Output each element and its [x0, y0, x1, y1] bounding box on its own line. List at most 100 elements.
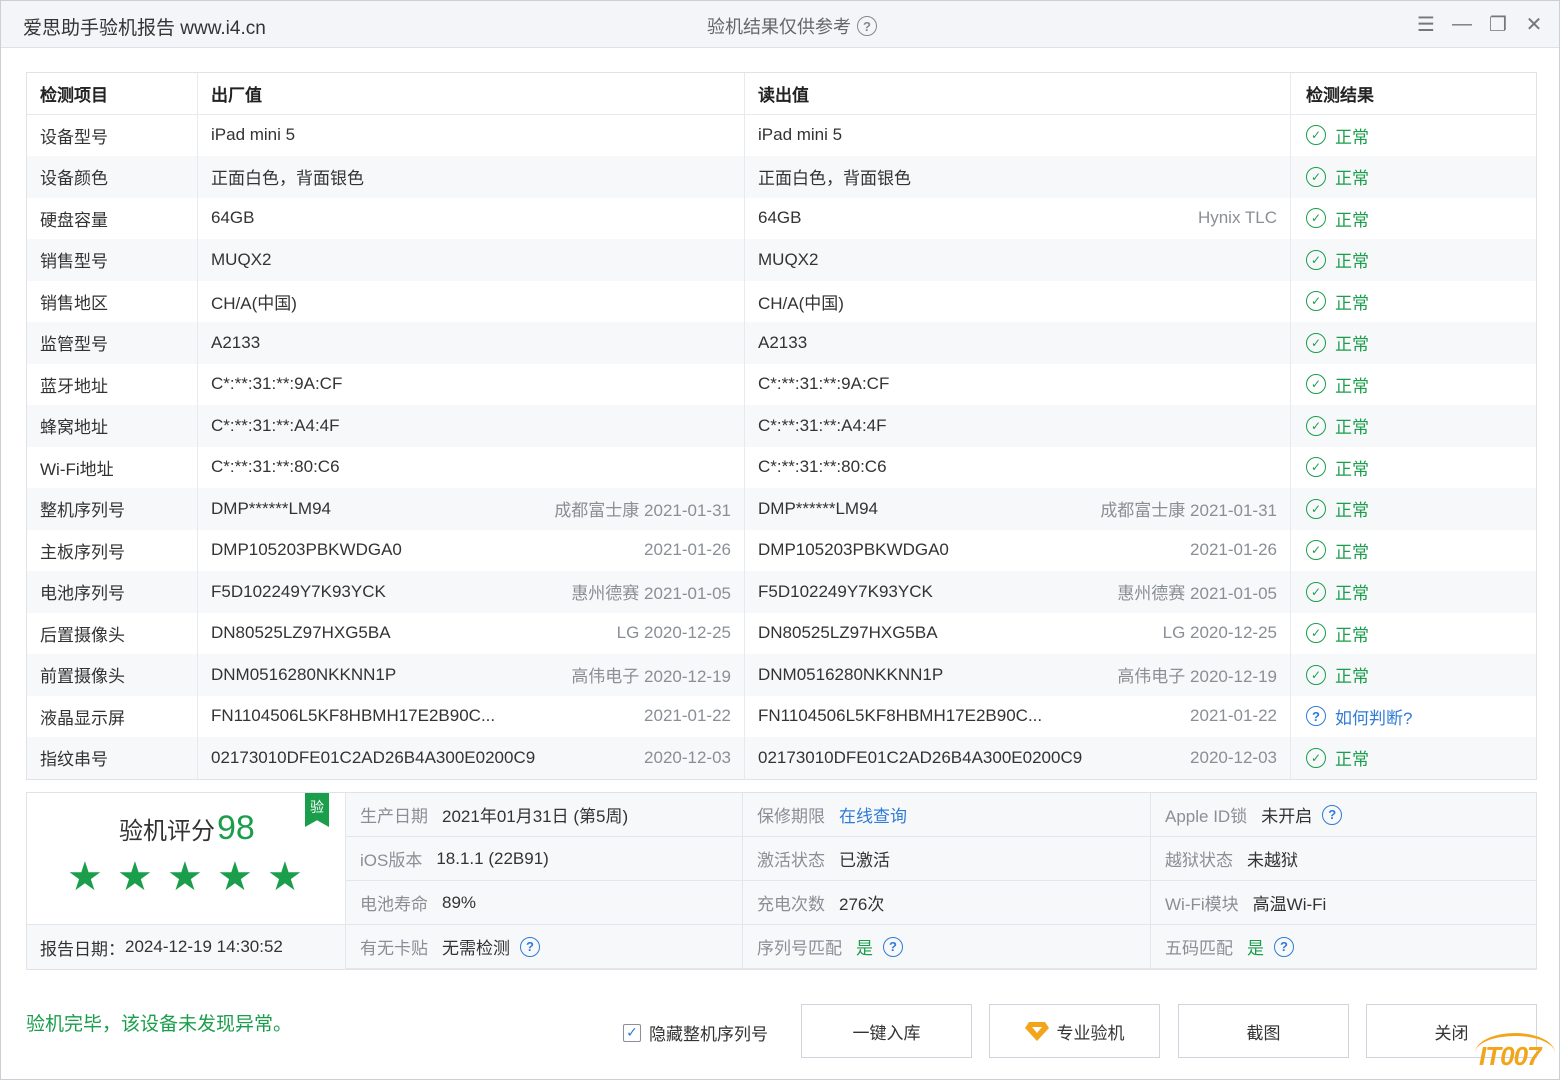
factory-value-text: 02173010DFE01C2AD26B4A300E0200C9: [211, 747, 536, 767]
device-info-grid: 生产日期 2021年01月31日 (第5周) 保修期限 在线查询 Apple ID锁 未开…: [346, 793, 1536, 969]
import-button[interactable]: 一键入库: [801, 1004, 972, 1058]
factory-value: 02173010DFE01C2AD26B4A300E0200C9 2020-12-…: [198, 737, 745, 779]
table-row: 设备型号 iPad mini 5 iPad mini 5 ✓ 正常: [27, 114, 1536, 157]
result: ✓ 正常: [1291, 405, 1536, 447]
read-value: DN80525LZ97HXG5BA LG 2020-12-25: [745, 612, 1291, 654]
result: ✓ 正常: [1291, 654, 1536, 696]
table-row: 整机序列号 DMP******LM94 成都富士康 2021-01-31 DMP***…: [27, 488, 1536, 530]
read-value-detail: 2021-01-26: [1190, 540, 1277, 560]
read-value: DMP******LM94 成都富士康 2021-01-31: [745, 488, 1291, 530]
table-row: 蓝牙地址 C*:**:31:**:9A:CF C*:**:31:**:9A:CF ✓ 正…: [27, 363, 1536, 405]
table-row: 后置摄像头 DN80525LZ97HXG5BA LG 2020-12-25 DN805…: [27, 612, 1536, 654]
info-value: 无需检测: [442, 939, 510, 958]
help-icon[interactable]: ?: [857, 16, 877, 36]
report-window: 爱思助手验机报告 www.i4.cn 验机结果仅供参考 ? ☰ — ❐ ✕ 检测…: [0, 0, 1560, 1080]
menu-icon[interactable]: ☰: [1415, 11, 1437, 37]
checkbox-checked-icon[interactable]: ✓: [623, 1023, 641, 1042]
info-cell: 序列号匹配是?: [743, 925, 1151, 969]
column-header: 检测结果: [1306, 85, 1374, 105]
read-value: DNM0516280NKKNN1P 高伟电子 2020-12-19: [745, 654, 1291, 696]
table-row: 液晶显示屏 FN1104506L5KF8HBMH17E2B90C... 2021-0…: [27, 695, 1536, 738]
info-value: 是: [856, 939, 873, 958]
info-value: 未越狱: [1247, 851, 1298, 870]
read-value: MUQX2: [745, 239, 1291, 281]
table-row: 硬盘容量 64GB 64GB Hynix TLC ✓ 正常: [27, 197, 1536, 239]
factory-value-detail: 2020-12-03: [644, 747, 731, 767]
table-row: Wi-Fi地址 C*:**:31:**:80:C6 C*:**:31:**:80:C…: [27, 446, 1536, 488]
factory-value-text: iPad mini 5: [211, 125, 296, 145]
star-icon: ★: [267, 855, 303, 899]
read-value-text: MUQX2: [758, 249, 819, 269]
read-value-detail: 2021-01-22: [1190, 706, 1277, 726]
info-label: 越狱状态: [1165, 851, 1233, 870]
pro-inspect-button[interactable]: 专业验机: [989, 1004, 1160, 1058]
info-label: 充电次数: [757, 895, 825, 914]
read-value-text: FN1104506L5KF8HBMH17E2B90C...: [758, 706, 1043, 726]
info-value: 高温Wi-Fi: [1252, 895, 1327, 914]
check-circle-icon: ✓: [1306, 498, 1326, 519]
factory-value-text: DNM0516280NKKNN1P: [211, 664, 397, 684]
table-row: 设备颜色 正面白色，背面银色 正面白色，背面银色 ✓ 正常: [27, 156, 1536, 198]
result-text: 正常: [1335, 169, 1369, 189]
info-value: 18.1.1 (22B91): [436, 848, 549, 868]
help-icon[interactable]: ?: [883, 936, 903, 957]
result: ✓ 正常: [1291, 115, 1536, 157]
help-icon[interactable]: ?: [520, 936, 540, 957]
info-label: 有无卡贴: [360, 939, 428, 958]
info-cell: 激活状态 已激活: [743, 837, 1151, 881]
help-icon: ?: [1306, 706, 1326, 727]
star-rating: ★ ★ ★ ★ ★: [67, 855, 303, 899]
info-label: 保修期限: [757, 807, 825, 826]
result-ok: ✓ 正常: [1306, 123, 1369, 148]
factory-value-detail: 2021-01-26: [644, 540, 731, 560]
factory-value: C*:**:31:**:A4:4F: [198, 405, 745, 447]
restore-icon[interactable]: ❐: [1487, 11, 1509, 37]
factory-value-text: C*:**:31:**:A4:4F: [211, 415, 340, 435]
result-ok: ✓ 正常: [1306, 206, 1369, 231]
factory-value-detail: 2021-01-22: [644, 706, 731, 726]
result-text: 如何判断?: [1335, 708, 1413, 728]
info-value: 89%: [442, 892, 477, 912]
factory-value-text: A2133: [211, 332, 261, 352]
factory-value: CH/A(中国): [198, 280, 745, 322]
result: ✓ 正常: [1291, 281, 1536, 323]
minimize-icon[interactable]: —: [1451, 11, 1473, 37]
result-ok: ✓ 正常: [1306, 579, 1369, 604]
result-text: 正常: [1335, 625, 1369, 645]
info-cell: 电池寿命 89%: [346, 881, 743, 925]
check-circle-icon: ✓: [1306, 623, 1326, 644]
read-value-text: DMP******LM94: [758, 498, 878, 518]
result[interactable]: ? 如何判断?: [1291, 696, 1536, 738]
screenshot-button[interactable]: 截图: [1178, 1004, 1349, 1058]
read-value: C*:**:31:**:80:C6: [745, 446, 1291, 488]
read-value-text: DN80525LZ97HXG5BA: [758, 623, 938, 643]
factory-value: DN80525LZ97HXG5BA LG 2020-12-25: [198, 612, 745, 654]
help-icon[interactable]: ?: [1274, 936, 1294, 957]
info-cell: 生产日期 2021年01月31日 (第5周): [346, 793, 743, 837]
result: ✓ 正常: [1291, 322, 1536, 364]
info-value: 276次: [839, 895, 885, 914]
result-ok: ✓ 正常: [1306, 496, 1369, 521]
table-row: 销售地区 CH/A(中国) CH/A(中国) ✓ 正常: [27, 280, 1536, 323]
help-icon[interactable]: ?: [1322, 804, 1343, 825]
result: ✓ 正常: [1291, 239, 1536, 281]
hide-serial-label: 隐藏整机序列号: [649, 1025, 768, 1044]
hide-serial-checkbox[interactable]: ✓ 隐藏整机序列号: [623, 1020, 768, 1045]
info-label: 生产日期: [360, 807, 428, 826]
close-icon[interactable]: ✕: [1523, 11, 1545, 37]
info-label: iOS版本: [360, 851, 423, 870]
check-circle-icon: ✓: [1306, 125, 1326, 146]
info-cell: 五码匹配是?: [1151, 925, 1536, 969]
read-value-text: A2133: [758, 332, 808, 352]
info-value: 是: [1247, 939, 1264, 958]
report-date-value: 2024-12-19 14:30:52: [125, 937, 283, 956]
read-value-text: 02173010DFE01C2AD26B4A300E0200C9: [758, 747, 1083, 767]
how-to-judge-link[interactable]: ? 如何判断?: [1306, 704, 1412, 729]
factory-value: DNM0516280NKKNN1P 高伟电子 2020-12-19: [198, 654, 745, 696]
result-text: 正常: [1335, 127, 1369, 147]
factory-value-text: MUQX2: [211, 249, 272, 269]
report-date: 报告日期： 2024-12-19 14:30:52: [27, 925, 346, 969]
warranty-lookup-link[interactable]: 在线查询: [839, 802, 907, 827]
check-circle-icon: ✓: [1306, 664, 1326, 685]
score-value: 98: [217, 809, 255, 847]
